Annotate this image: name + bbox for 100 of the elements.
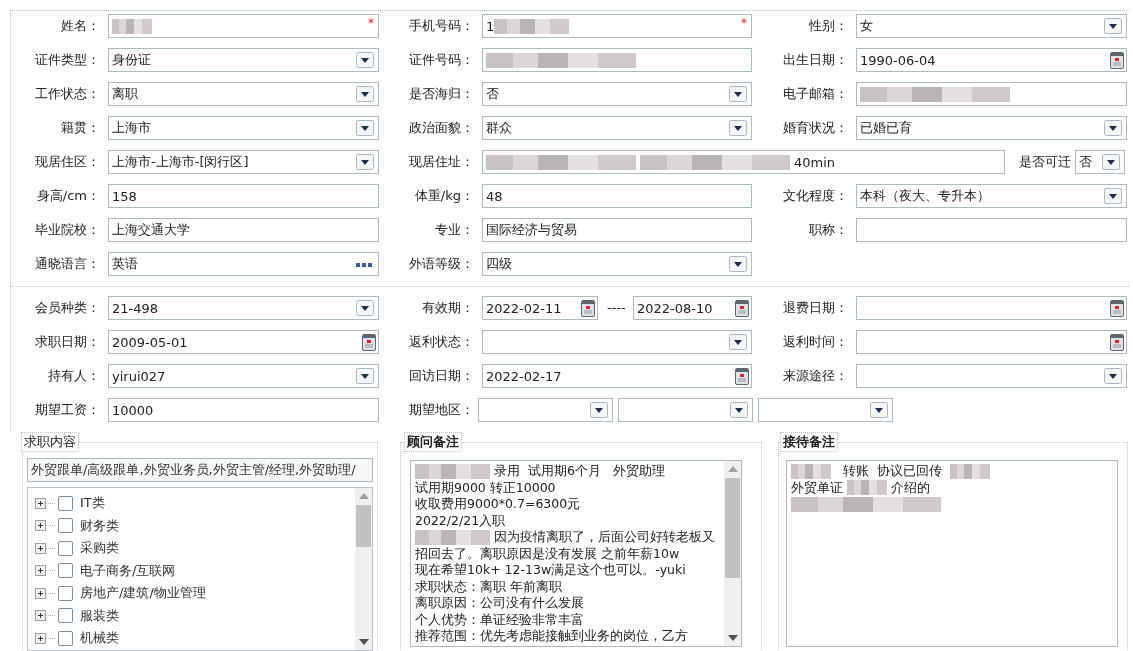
field-label: 工作状态： (34, 85, 101, 103)
field-label: 性别： (808, 17, 849, 35)
notes-area[interactable]: 录用 试用期6个月 外贸助理 试用期9000 转正10000 收取费用9000*0.7=6300元 2022/2/21入职 因为疫情离职了，后面公司好转老板又 招回去了。离职原因是没有发展 之前年薪10w 现在希望10k+ 12-13w满足这个也可以。-yuki 求职状态：离职 年前离职 离职原因：公司没有什么发展 个人优势：单证经验非常丰富 推荐范围：优先考虑能接触到业务的岗位，乙方 (410, 460, 742, 647)
checkbox[interactable] (58, 495, 73, 511)
expand-icon[interactable] (35, 520, 55, 532)
scrollbar[interactable] (724, 461, 741, 646)
checkbox[interactable] (58, 518, 73, 534)
calendar-icon[interactable] (735, 300, 749, 317)
dropdown[interactable]: 21-498 (108, 296, 379, 320)
dropdown-button[interactable] (870, 402, 888, 418)
text-field[interactable]: 10000 (108, 398, 379, 422)
dropdown[interactable]: 本科（夜大、专升本） (856, 184, 1127, 208)
field-label: 现居住址： (408, 153, 475, 171)
scroll-down-icon[interactable] (727, 635, 738, 641)
dropdown-button[interactable] (356, 300, 374, 316)
dropdown-button[interactable] (729, 86, 747, 102)
dropdown-button[interactable] (1104, 188, 1122, 204)
tree-item[interactable]: 采购类 (35, 537, 355, 560)
dropdown[interactable]: 上海市-上海市-[闵行区] (108, 150, 379, 174)
expand-icon[interactable] (35, 542, 55, 554)
dropdown[interactable]: 已婚已育 (856, 116, 1127, 140)
field-label: 期望地区： (408, 401, 475, 419)
field-label: 是否海归： (408, 85, 475, 103)
tree-item[interactable]: 机械类 (35, 627, 355, 650)
dropdown-button[interactable] (1104, 18, 1122, 34)
scroll-thumb[interactable] (725, 478, 740, 578)
dropdown-button[interactable] (1102, 154, 1120, 170)
text-field[interactable] (856, 218, 1127, 242)
checkbox[interactable] (58, 608, 73, 624)
checkbox[interactable] (58, 630, 73, 646)
expand-icon[interactable] (35, 610, 55, 622)
dropdown[interactable]: 群众 (482, 116, 752, 140)
range-separator: ---- (607, 300, 626, 315)
tree-item[interactable]: IT类 (35, 492, 355, 515)
text-field[interactable]: 1 * (482, 14, 752, 38)
calendar-icon[interactable] (1110, 334, 1124, 351)
checkbox[interactable] (58, 540, 73, 556)
panel-title: 接待备注 (780, 432, 838, 452)
dropdown-button[interactable] (356, 154, 374, 170)
text-field[interactable]: 40min (482, 150, 1005, 174)
more-icon[interactable] (356, 263, 372, 268)
dropdown-button[interactable] (356, 368, 374, 384)
text-field[interactable]: 48 (482, 184, 752, 208)
dropdown-button[interactable] (356, 52, 374, 68)
calendar-icon[interactable] (1110, 52, 1124, 69)
expand-icon[interactable] (35, 565, 55, 577)
scrollbar[interactable] (355, 488, 372, 650)
dropdown-button[interactable] (1104, 120, 1122, 136)
text-field[interactable]: 上海交通大学 (108, 218, 379, 242)
dropdown-button[interactable] (1104, 368, 1122, 384)
field-label: 会员种类： (34, 299, 101, 317)
calendar-icon[interactable] (362, 334, 376, 351)
date-field[interactable] (856, 330, 1127, 354)
checkbox[interactable] (58, 585, 73, 601)
dropdown-button[interactable] (729, 120, 747, 136)
field-label: 返利状态： (408, 333, 475, 351)
field-label: 外语等级： (408, 255, 475, 273)
expand-icon[interactable] (35, 632, 55, 644)
text-field[interactable]: 英语 (108, 252, 379, 276)
text-field[interactable]: * (108, 14, 379, 38)
text-field[interactable]: 外贸跟单/高级跟单,外贸业务员,外贸主管/经理,外贸助理/ (27, 458, 373, 482)
notes-area[interactable]: 转账 协议已回传 外贸单证 介绍的 (786, 460, 1118, 647)
field-label: 退费日期： (782, 299, 849, 317)
scroll-thumb[interactable] (356, 505, 371, 547)
dropdown-button[interactable] (356, 120, 374, 136)
expand-icon[interactable] (35, 497, 55, 509)
scroll-down-icon[interactable] (358, 639, 369, 645)
dropdown[interactable]: 离职 (108, 82, 379, 106)
tree-item[interactable]: 服装类 (35, 604, 355, 627)
date-field[interactable] (856, 296, 1127, 320)
expand-icon[interactable] (35, 587, 55, 599)
dropdown[interactable]: 上海市 (108, 116, 379, 140)
calendar-icon[interactable] (1110, 300, 1124, 317)
dropdown[interactable]: 身份证 (108, 48, 379, 72)
date-field[interactable]: 2022-08-10 (633, 296, 752, 320)
calendar-icon[interactable] (581, 300, 595, 317)
text-field[interactable] (482, 48, 752, 72)
dropdown[interactable]: 四级 (482, 252, 752, 276)
calendar-icon[interactable] (735, 368, 749, 385)
text-field[interactable]: 158 (108, 184, 379, 208)
dropdown-button[interactable] (730, 402, 748, 418)
field-label: 电子邮箱： (782, 85, 849, 103)
tree-item[interactable]: 财务类 (35, 514, 355, 537)
field-label: 姓名： (60, 17, 101, 35)
checkbox[interactable] (58, 563, 73, 579)
dropdown-button[interactable] (356, 86, 374, 102)
text-field[interactable]: 国际经济与贸易 (482, 218, 752, 242)
dropdown[interactable]: yirui027 (108, 364, 379, 388)
tree-item[interactable]: 电子商务/互联网 (35, 559, 355, 582)
text-field[interactable] (856, 82, 1127, 106)
dropdown-button[interactable] (590, 402, 608, 418)
date-field[interactable]: 1990-06-04 (856, 48, 1127, 72)
dropdown[interactable]: 否 (1075, 150, 1125, 174)
date-field[interactable]: 2009-05-01 (108, 330, 379, 354)
tree-item[interactable]: 房地产/建筑/物业管理 (35, 582, 355, 605)
dropdown-button[interactable] (729, 256, 747, 272)
date-field[interactable]: 2022-02-17 (482, 364, 752, 388)
dropdown[interactable]: 否 (482, 82, 752, 106)
dropdown-button[interactable] (729, 334, 747, 350)
dropdown[interactable]: 女 (856, 14, 1127, 38)
